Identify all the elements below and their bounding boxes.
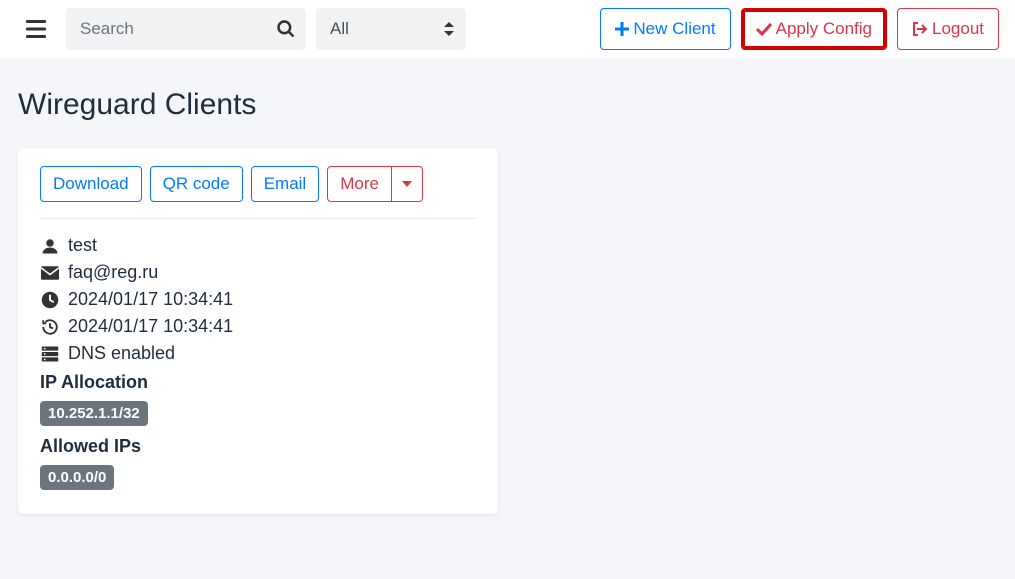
sort-caret-icon bbox=[444, 22, 454, 36]
search-icon bbox=[276, 19, 296, 39]
logout-label: Logout bbox=[932, 17, 984, 41]
apply-config-button[interactable]: Apply Config bbox=[741, 8, 887, 50]
search-input[interactable] bbox=[66, 8, 306, 50]
clock-icon bbox=[40, 291, 60, 309]
allowed-ip-badge: 0.0.0.0/0 bbox=[40, 465, 114, 490]
client-email-line: faq@reg.ru bbox=[40, 262, 476, 283]
top-navbar: All New Client Apply Config Logout bbox=[0, 0, 1015, 58]
caret-down-icon bbox=[402, 181, 412, 187]
search-wrapper bbox=[66, 8, 306, 50]
more-button-group: More bbox=[327, 166, 423, 202]
page-title: Wireguard Clients bbox=[18, 88, 997, 122]
new-client-label: New Client bbox=[633, 17, 715, 41]
apply-config-label: Apply Config bbox=[776, 17, 872, 41]
more-dropdown-toggle[interactable] bbox=[392, 166, 423, 202]
envelope-icon bbox=[40, 266, 60, 280]
hamburger-icon bbox=[26, 20, 46, 38]
filter-select[interactable]: All bbox=[316, 8, 466, 50]
filter-selected-value: All bbox=[330, 19, 349, 39]
ip-allocation-badge: 10.252.1.1/32 bbox=[40, 401, 148, 426]
sign-out-icon bbox=[912, 21, 928, 37]
client-action-row: Download QR code Email More bbox=[40, 166, 476, 219]
client-created-line: 2024/01/17 10:34:41 bbox=[40, 289, 476, 310]
user-icon bbox=[40, 237, 60, 255]
client-updated-at: 2024/01/17 10:34:41 bbox=[68, 316, 233, 337]
client-dns-line: DNS enabled bbox=[40, 343, 476, 364]
client-updated-line: 2024/01/17 10:34:41 bbox=[40, 316, 476, 337]
plus-icon bbox=[615, 22, 629, 36]
client-dns-status: DNS enabled bbox=[68, 343, 175, 364]
logout-button[interactable]: Logout bbox=[897, 8, 999, 50]
new-client-button[interactable]: New Client bbox=[600, 8, 730, 50]
page-body: Wireguard Clients Download QR code Email… bbox=[0, 58, 1015, 534]
more-button[interactable]: More bbox=[327, 166, 392, 202]
client-name-line: test bbox=[40, 235, 476, 256]
client-email: faq@reg.ru bbox=[68, 262, 158, 283]
download-button[interactable]: Download bbox=[40, 166, 142, 202]
email-button[interactable]: Email bbox=[251, 166, 320, 202]
client-card: Download QR code Email More test faq@reg… bbox=[18, 148, 498, 514]
server-icon bbox=[40, 345, 60, 363]
menu-toggle-button[interactable] bbox=[16, 9, 56, 49]
history-icon bbox=[40, 318, 60, 336]
ip-allocation-heading: IP Allocation bbox=[40, 372, 476, 393]
client-name: test bbox=[68, 235, 97, 256]
allowed-ips-heading: Allowed IPs bbox=[40, 436, 476, 457]
check-icon bbox=[756, 22, 772, 36]
client-created-at: 2024/01/17 10:34:41 bbox=[68, 289, 233, 310]
qr-code-button[interactable]: QR code bbox=[150, 166, 243, 202]
